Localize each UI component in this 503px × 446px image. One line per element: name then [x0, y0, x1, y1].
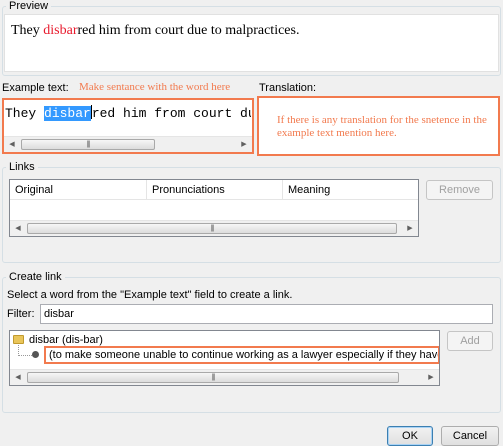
scroll-left-icon[interactable]: ◀ — [10, 370, 26, 385]
add-button[interactable]: Add — [447, 331, 493, 351]
remove-button[interactable]: Remove — [426, 180, 493, 200]
scroll-thumb[interactable]: ||| — [21, 139, 155, 150]
scroll-right-icon[interactable]: ▶ — [402, 221, 418, 236]
scroll-left-icon[interactable]: ◀ — [10, 221, 26, 236]
scroll-right-icon[interactable]: ▶ — [236, 137, 252, 152]
filter-label: Filter: — [7, 308, 35, 320]
example-text-field[interactable]: They disbarred him from court due to mal… — [2, 98, 254, 154]
scroll-thumb[interactable]: ||| — [27, 372, 399, 383]
links-list-hscrollbar[interactable]: ◀ ||| ▶ — [10, 220, 418, 236]
links-list[interactable]: Original Pronunciations Meaning ◀ ||| ▶ — [9, 179, 419, 237]
definitions-tree[interactable]: disbar (dis-bar) (to make someone unable… — [9, 330, 440, 386]
filter-input[interactable]: disbar — [40, 304, 493, 324]
translation-label: Translation: — [259, 82, 317, 94]
tree-connector — [18, 355, 32, 356]
links-list-header: Original Pronunciations Meaning — [10, 180, 418, 200]
scroll-left-icon[interactable]: ◀ — [4, 137, 20, 152]
scroll-thumb[interactable]: ||| — [27, 223, 397, 234]
cancel-button[interactable]: Cancel — [441, 426, 499, 446]
preview-text-highlight: disbar — [43, 23, 78, 38]
example-text-hint: Make sentance with the word here — [79, 81, 231, 93]
example-text-before: They — [5, 106, 45, 121]
preview-title: Preview — [6, 0, 52, 12]
translation-hint: If there is any translation for the snet… — [277, 114, 487, 139]
preview-text: They disbarred him from court due to mal… — [11, 23, 299, 39]
bullet-icon — [32, 351, 39, 358]
translation-field[interactable]: If there is any translation for the snet… — [257, 96, 500, 156]
preview-text-after: red him from court due to malpractices. — [77, 23, 300, 38]
preview-text-before: They — [11, 23, 44, 38]
create-link-title: Create link — [6, 271, 65, 283]
tree-root-label[interactable]: disbar (dis-bar) — [29, 333, 103, 347]
create-link-instruction: Select a word from the "Example text" fi… — [7, 289, 293, 301]
example-text-hscrollbar[interactable]: ◀ ||| ▶ — [4, 136, 252, 152]
example-text-selection[interactable]: disbar — [44, 106, 91, 121]
tree-child-definition[interactable]: (to make someone unable to continue work… — [44, 346, 439, 364]
tree-hscrollbar[interactable]: ◀ ||| ▶ — [10, 369, 439, 385]
ok-button[interactable]: OK — [387, 426, 433, 446]
links-title: Links — [6, 161, 38, 173]
scroll-right-icon[interactable]: ▶ — [423, 370, 439, 385]
column-original[interactable]: Original — [10, 180, 147, 200]
example-text-label: Example text: — [2, 82, 69, 94]
column-pronunciations[interactable]: Pronunciations — [147, 180, 283, 200]
folder-icon — [13, 335, 24, 344]
preview-area: They disbarred him from court due to mal… — [4, 14, 499, 72]
column-meaning[interactable]: Meaning — [283, 180, 419, 200]
example-text-content[interactable]: They disbarred him from court due to mal… — [5, 105, 251, 121]
example-text-after: red him from court due to malpractices. — [91, 106, 251, 121]
